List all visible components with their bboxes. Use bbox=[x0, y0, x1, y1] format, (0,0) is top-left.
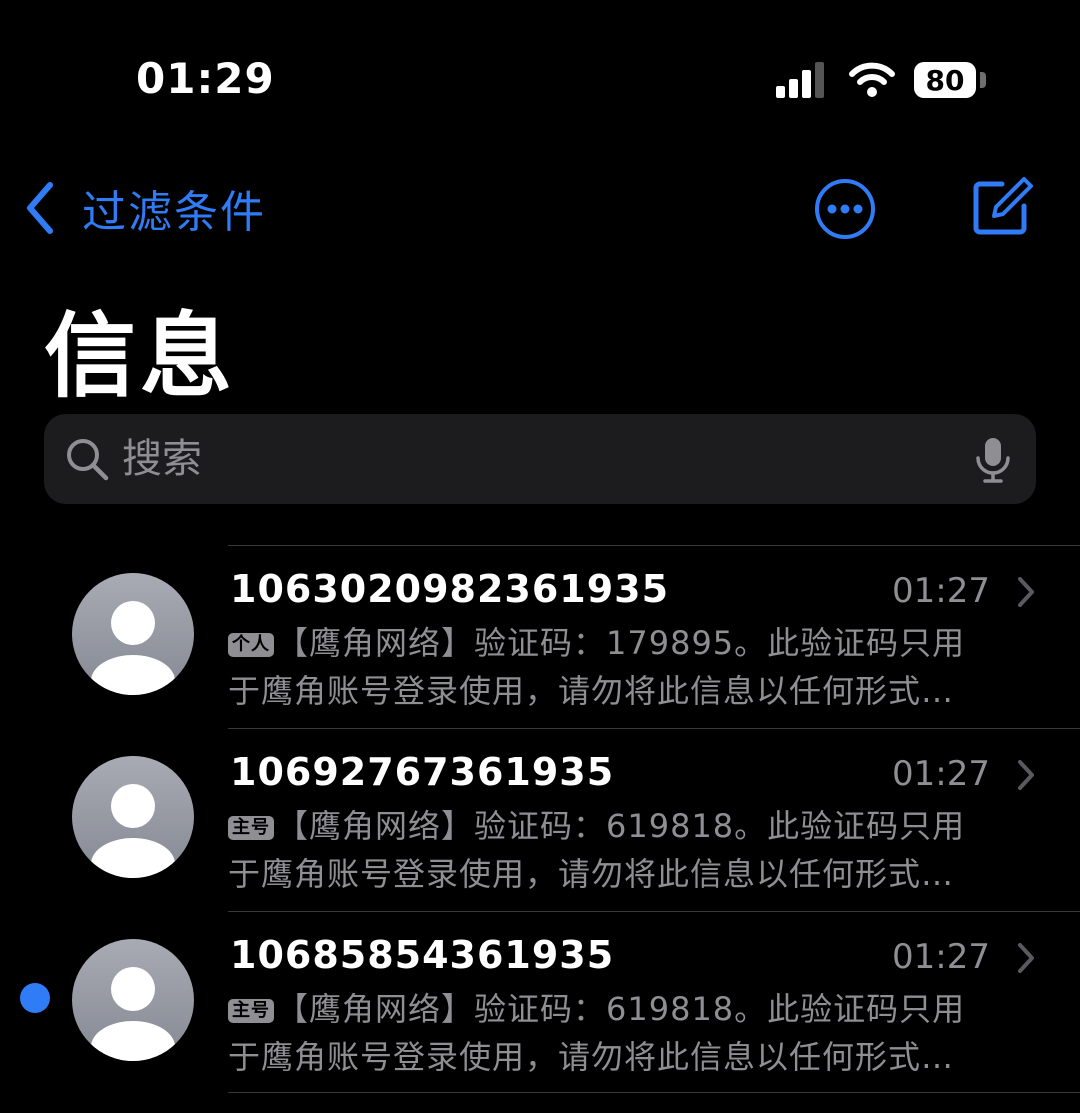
compose-icon[interactable] bbox=[970, 174, 1034, 238]
category-tag: 主号 bbox=[228, 999, 274, 1023]
page-title: 信息 bbox=[44, 303, 237, 410]
avatar bbox=[72, 939, 194, 1061]
row-divider bbox=[228, 728, 1080, 729]
category-tag: 主号 bbox=[228, 816, 274, 840]
wifi-icon bbox=[849, 62, 895, 97]
preview-line-1: 【鹰角网络】验证码：619818。此验证码只用 bbox=[276, 990, 966, 1028]
sender-name: 1063020982361935 bbox=[230, 567, 670, 611]
back-label: 过滤条件 bbox=[82, 187, 266, 238]
row-divider bbox=[228, 911, 1080, 912]
message-time: 01:27 bbox=[892, 754, 990, 794]
more-options-icon[interactable] bbox=[814, 178, 876, 240]
search-icon bbox=[67, 439, 109, 481]
search-bar[interactable] bbox=[44, 414, 1036, 504]
search-input[interactable] bbox=[122, 414, 922, 504]
conversation-row[interactable]: 10692767361935 01:27 主号 【鹰角网络】验证码：619818。… bbox=[0, 728, 1080, 911]
conversation-row[interactable]: 10685854361935 01:27 主号 【鹰角网络】验证码：619818。… bbox=[0, 911, 1080, 1094]
chevron-right-icon bbox=[1018, 577, 1034, 607]
message-preview: 个人 【鹰角网络】验证码：179895。此验证码只用 于鹰角账号登录使用，请勿将此… bbox=[228, 619, 1028, 715]
status-time: 01:29 bbox=[136, 54, 275, 103]
person-icon bbox=[91, 967, 175, 1061]
chevron-right-icon bbox=[1018, 943, 1034, 973]
chevron-right-icon bbox=[1018, 760, 1034, 790]
battery-icon: 80 bbox=[914, 62, 976, 98]
person-icon bbox=[91, 601, 175, 695]
microphone-icon[interactable] bbox=[974, 436, 1012, 484]
sender-name: 10692767361935 bbox=[230, 750, 615, 794]
chevron-left-icon bbox=[27, 182, 53, 234]
cellular-signal-icon bbox=[776, 62, 824, 98]
preview-line-2: 于鹰角账号登录使用，请勿将此信息以任何形式… bbox=[228, 672, 955, 710]
message-preview: 主号 【鹰角网络】验证码：619818。此验证码只用 于鹰角账号登录使用，请勿将此… bbox=[228, 985, 1028, 1081]
back-button[interactable]: 过滤条件 bbox=[22, 176, 266, 240]
row-divider bbox=[228, 545, 1080, 546]
row-divider bbox=[228, 1092, 1080, 1093]
preview-line-2: 于鹰角账号登录使用，请勿将此信息以任何形式… bbox=[228, 855, 955, 893]
preview-line-1: 【鹰角网络】验证码：179895。此验证码只用 bbox=[276, 624, 966, 662]
message-preview: 主号 【鹰角网络】验证码：619818。此验证码只用 于鹰角账号登录使用，请勿将此… bbox=[228, 802, 1028, 898]
category-tag: 个人 bbox=[228, 633, 274, 657]
avatar bbox=[72, 756, 194, 878]
preview-line-1: 【鹰角网络】验证码：619818。此验证码只用 bbox=[276, 807, 966, 845]
message-time: 01:27 bbox=[892, 937, 990, 977]
conversation-row[interactable]: 1063020982361935 01:27 个人 【鹰角网络】验证码：17989… bbox=[0, 545, 1080, 728]
avatar bbox=[72, 573, 194, 695]
person-icon bbox=[91, 784, 175, 878]
battery-level: 80 bbox=[925, 63, 965, 97]
message-time: 01:27 bbox=[892, 571, 990, 611]
sender-name: 10685854361935 bbox=[230, 933, 615, 977]
unread-indicator bbox=[20, 983, 50, 1013]
battery-tip bbox=[980, 72, 986, 88]
preview-line-2: 于鹰角账号登录使用，请勿将此信息以任何形式… bbox=[228, 1038, 955, 1076]
